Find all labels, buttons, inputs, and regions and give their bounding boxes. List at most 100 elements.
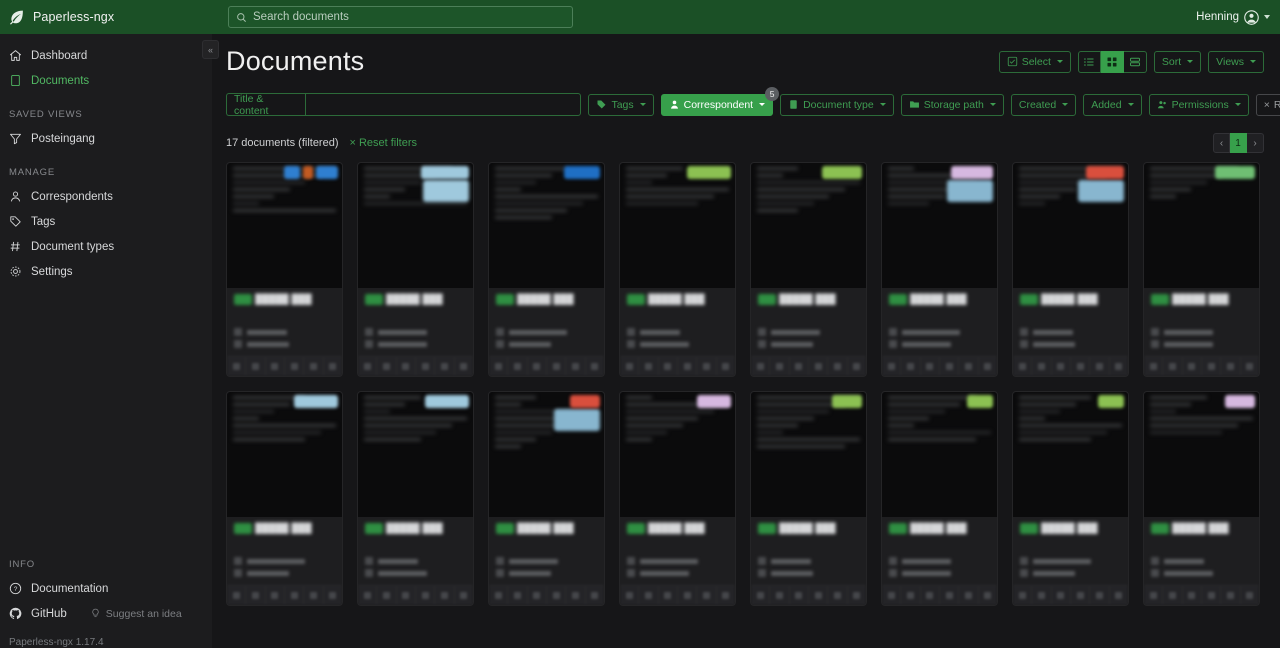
document-action-download-button[interactable] [1163, 586, 1182, 605]
brand[interactable]: Paperless-ngx [0, 9, 212, 26]
document-action-more-button[interactable] [828, 357, 847, 376]
document-action-info-button[interactable] [717, 586, 735, 605]
views-button[interactable]: Views [1208, 51, 1264, 73]
sidebar-collapse-button[interactable]: « [202, 40, 219, 59]
select-button[interactable]: Select [999, 51, 1071, 73]
document-thumbnail[interactable] [882, 163, 997, 288]
document-action-share-button[interactable] [1202, 586, 1221, 605]
document-thumbnail[interactable] [358, 163, 473, 288]
document-action-download-button[interactable] [1032, 586, 1051, 605]
sidebar-item-documents[interactable]: Documents [0, 68, 212, 93]
document-action-share-button[interactable] [416, 357, 435, 376]
document-action-more-button[interactable] [435, 357, 454, 376]
document-action-more-button[interactable] [566, 357, 585, 376]
document-thumbnail[interactable] [751, 392, 866, 517]
document-action-info-button[interactable] [717, 357, 735, 376]
document-action-view-button[interactable] [1183, 586, 1202, 605]
document-action-view-button[interactable] [790, 357, 809, 376]
document-action-edit-button[interactable] [1013, 586, 1032, 605]
document-card[interactable]: █████ ███ [488, 162, 605, 377]
filter-correspondent-button[interactable]: Correspondent [661, 94, 773, 116]
document-action-info-button[interactable] [1241, 357, 1259, 376]
document-action-more-button[interactable] [1090, 586, 1109, 605]
document-action-view-button[interactable] [397, 586, 416, 605]
sidebar-item-posteingang[interactable]: Posteingang [0, 126, 212, 151]
document-action-more-button[interactable] [697, 586, 716, 605]
search-box[interactable] [228, 6, 573, 28]
document-card[interactable]: █████ ███ [750, 391, 867, 606]
document-action-edit-button[interactable] [882, 586, 901, 605]
document-action-download-button[interactable] [246, 586, 265, 605]
user-menu[interactable]: Henning [1196, 10, 1280, 25]
document-thumbnail[interactable] [1144, 392, 1259, 517]
document-action-info-button[interactable] [979, 357, 997, 376]
document-action-share-button[interactable] [547, 586, 566, 605]
document-action-share-button[interactable] [678, 357, 697, 376]
document-card[interactable]: █████ ███ [357, 162, 474, 377]
document-action-info-button[interactable] [586, 357, 604, 376]
document-action-more-button[interactable] [304, 357, 323, 376]
reset-filters-link[interactable]: × Reset filters [350, 137, 418, 149]
sidebar-item-suggest-idea[interactable]: Suggest an idea [90, 608, 182, 620]
pagination-prev-button[interactable]: ‹ [1213, 133, 1230, 153]
document-action-share-button[interactable] [285, 357, 304, 376]
document-action-share-button[interactable] [1071, 357, 1090, 376]
document-action-download-button[interactable] [1163, 357, 1182, 376]
document-action-download-button[interactable] [377, 586, 396, 605]
document-action-download-button[interactable] [901, 357, 920, 376]
document-card[interactable]: █████ ███ [1012, 391, 1129, 606]
document-action-view-button[interactable] [659, 357, 678, 376]
document-action-more-button[interactable] [1090, 357, 1109, 376]
view-mode-list-button[interactable] [1078, 51, 1101, 73]
document-action-share-button[interactable] [809, 586, 828, 605]
filter-storage-path-button[interactable]: Storage path [901, 94, 1004, 116]
document-thumbnail[interactable] [1013, 163, 1128, 288]
document-thumbnail[interactable] [358, 392, 473, 517]
document-thumbnail[interactable] [620, 163, 735, 288]
document-card[interactable]: █████ ███ [619, 162, 736, 377]
reset-filters-button[interactable]: × Reset filters [1256, 94, 1280, 116]
filter-document-type-button[interactable]: Document type [780, 94, 894, 116]
document-action-more-button[interactable] [1221, 586, 1240, 605]
title-content-input[interactable] [305, 93, 581, 116]
document-action-view-button[interactable] [528, 586, 547, 605]
document-action-edit-button[interactable] [882, 357, 901, 376]
sort-button[interactable]: Sort [1154, 51, 1201, 73]
document-action-info-button[interactable] [1110, 586, 1128, 605]
document-thumbnail[interactable] [882, 392, 997, 517]
document-action-download-button[interactable] [1032, 357, 1051, 376]
document-action-more-button[interactable] [959, 357, 978, 376]
view-mode-grid-button[interactable] [1101, 51, 1124, 73]
document-card[interactable]: █████ ███ [226, 391, 343, 606]
document-thumbnail[interactable] [1144, 163, 1259, 288]
document-action-download-button[interactable] [508, 586, 527, 605]
document-action-info-button[interactable] [848, 586, 866, 605]
document-action-share-button[interactable] [940, 586, 959, 605]
sidebar-item-tags[interactable]: Tags [0, 209, 212, 234]
document-action-view-button[interactable] [1183, 357, 1202, 376]
sidebar-item-document-types[interactable]: Document types [0, 234, 212, 259]
pagination-page-1[interactable]: 1 [1230, 133, 1247, 153]
filter-tags-button[interactable]: Tags [588, 94, 653, 116]
document-thumbnail[interactable] [227, 163, 342, 288]
document-action-info-button[interactable] [455, 357, 473, 376]
document-action-share-button[interactable] [1071, 586, 1090, 605]
document-action-info-button[interactable] [586, 586, 604, 605]
document-action-more-button[interactable] [566, 586, 585, 605]
document-action-view-button[interactable] [528, 357, 547, 376]
document-action-edit-button[interactable] [227, 357, 246, 376]
document-action-download-button[interactable] [508, 357, 527, 376]
document-card[interactable]: █████ ███ [881, 391, 998, 606]
document-thumbnail[interactable] [620, 392, 735, 517]
document-action-download-button[interactable] [377, 357, 396, 376]
document-action-share-button[interactable] [809, 357, 828, 376]
document-action-edit-button[interactable] [620, 357, 639, 376]
document-action-more-button[interactable] [959, 586, 978, 605]
document-action-info-button[interactable] [324, 586, 342, 605]
filter-created-button[interactable]: Created [1011, 94, 1076, 116]
view-mode-detail-button[interactable] [1124, 51, 1147, 73]
document-card[interactable]: █████ ███ [750, 162, 867, 377]
document-action-info-button[interactable] [455, 586, 473, 605]
document-thumbnail[interactable] [489, 163, 604, 288]
document-action-download-button[interactable] [639, 586, 658, 605]
